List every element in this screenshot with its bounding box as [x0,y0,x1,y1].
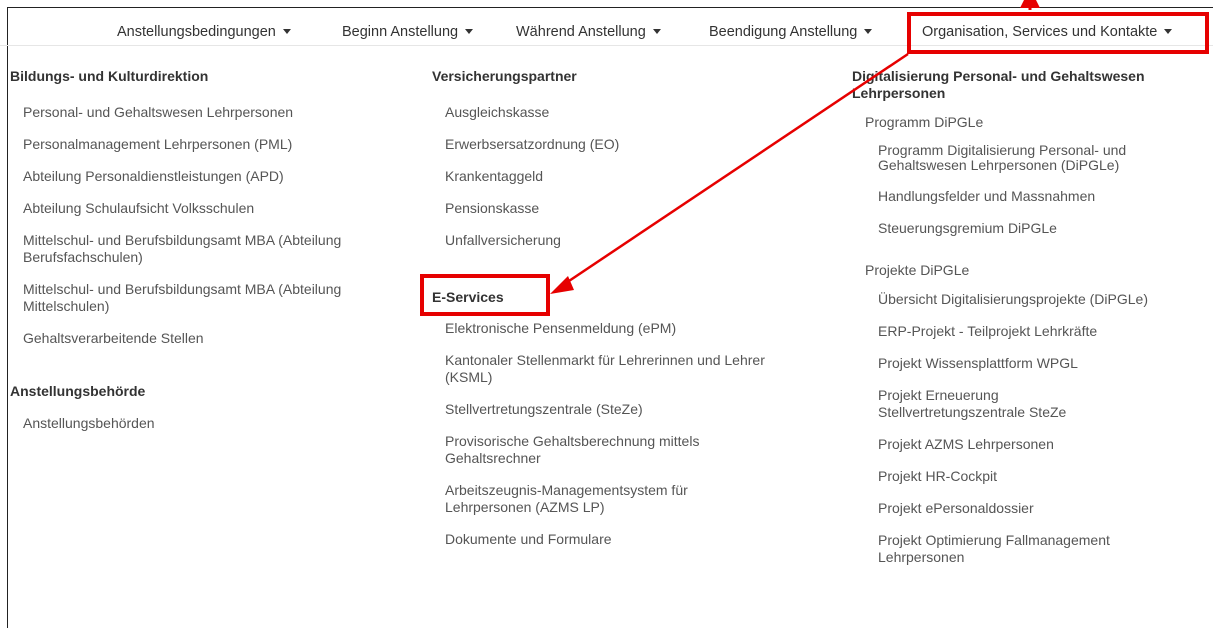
caret-down-icon [282,29,291,34]
heading-digitalisierung[interactable]: Digitalisierung Personal- und Gehaltswes… [852,68,1197,102]
link-handlungsfelder[interactable]: Handlungsfelder und Massnahmen [878,188,1207,205]
link-steuerungsgremium[interactable]: Steuerungsgremium DiPGLe [878,220,1207,237]
column-digitalisierung: Digitalisierung Personal- und Gehaltswes… [852,68,1207,566]
link-personalmanagement-pml[interactable]: Personalmanagement Lehrpersonen (PML) [23,136,395,153]
link-azms-lp[interactable]: Arbeitszeugnis-Managementsystem für Lehr… [445,482,745,516]
link-ausgleichskasse[interactable]: Ausgleichskasse [445,104,812,121]
link-anstellungsbehoerden[interactable]: Anstellungsbehörden [23,415,395,432]
nav-divider [0,45,1213,46]
nav-anstellungsbedingungen[interactable]: Anstellungsbedingungen [117,24,291,40]
link-stellvertretungszentrale[interactable]: Stellvertretungszentrale (SteZe) [445,401,812,418]
heading-e-services: E-Services [432,289,504,305]
link-wissensplattform[interactable]: Projekt Wissensplattform WPGL [878,355,1207,372]
link-epersonaldossier[interactable]: Projekt ePersonaldossier [878,500,1207,517]
link-erp-projekt[interactable]: ERP-Projekt - Teilprojekt Lehrkräfte [878,323,1207,340]
link-schulaufsicht-volksschulen[interactable]: Abteilung Schulaufsicht Volksschulen [23,200,395,217]
link-programm-digitalisierung[interactable]: Programm Digitalisierung Personal- und G… [878,143,1188,173]
link-gehaltsrechner[interactable]: Provisorische Gehaltsberechnung mittels … [445,433,775,467]
link-mba-berufsfachschulen[interactable]: Mittelschul- und Berufsbildungsamt MBA (… [23,232,353,266]
link-krankentaggeld[interactable]: Krankentaggeld [445,168,812,185]
caret-down-icon [465,29,474,34]
link-pensionskasse[interactable]: Pensionskasse [445,200,812,217]
nav-waehrend-anstellung[interactable]: Während Anstellung [516,24,661,40]
nav-beginn-anstellung[interactable]: Beginn Anstellung [342,24,474,40]
link-unfallversicherung[interactable]: Unfallversicherung [445,232,812,249]
frame-top-border [7,7,1213,8]
link-gehaltsverarbeitende-stellen[interactable]: Gehaltsverarbeitende Stellen [23,330,395,347]
nav-beendigung-anstellung[interactable]: Beendigung Anstellung [709,24,873,40]
link-dokumente-formulare[interactable]: Dokumente und Formulare [445,531,812,548]
main-nav: Anstellungsbedingungen Beginn Anstellung… [0,18,1213,48]
link-fallmanagement[interactable]: Projekt Optimierung Fallmanagement Lehrp… [878,532,1178,566]
link-erwerbsersatzordnung[interactable]: Erwerbsersatzordnung (EO) [445,136,812,153]
column-versicherung-eservices: Versicherungspartner Ausgleichskasse Erw… [432,68,812,548]
link-elektronische-pensenmeldung[interactable]: Elektronische Pensenmeldung (ePM) [445,320,812,337]
column-bildungsdirektion: Bildungs- und Kulturdirektion Personal- … [10,68,395,432]
link-abteilung-apd[interactable]: Abteilung Personaldienstleistungen (APD) [23,168,395,185]
heading-anstellungsbehoerde: Anstellungsbehörde [10,383,146,399]
heading-bildungs-kulturdirektion: Bildungs- und Kulturdirektion [10,68,209,84]
link-uebersicht-projekte[interactable]: Übersicht Digitalisierungsprojekte (DiPG… [878,291,1168,308]
caret-down-icon [1164,29,1173,34]
link-azms-lehrpersonen[interactable]: Projekt AZMS Lehrpersonen [878,436,1207,453]
nav-organisation-services-kontakte[interactable]: Organisation, Services und Kontakte [922,24,1173,40]
link-hr-cockpit[interactable]: Projekt HR-Cockpit [878,468,1207,485]
link-projekte-dipgle[interactable]: Projekte DiPGLe [865,262,1207,279]
caret-down-icon [652,29,661,34]
link-stellenmarkt-ksml[interactable]: Kantonaler Stellenmarkt für Lehrerinnen … [445,352,790,386]
frame-left-border [7,7,8,628]
caret-down-icon [864,29,873,34]
link-programm-dipgle[interactable]: Programm DiPGLe [865,114,1207,131]
link-mba-mittelschulen[interactable]: Mittelschul- und Berufsbildungsamt MBA (… [23,281,353,315]
link-erneuerung-steze[interactable]: Projekt Erneuerung Stellvertretungszentr… [878,387,1118,421]
link-personal-gehaltswesen[interactable]: Personal- und Gehaltswesen Lehrpersonen [23,104,395,121]
heading-versicherungspartner: Versicherungspartner [432,68,577,84]
